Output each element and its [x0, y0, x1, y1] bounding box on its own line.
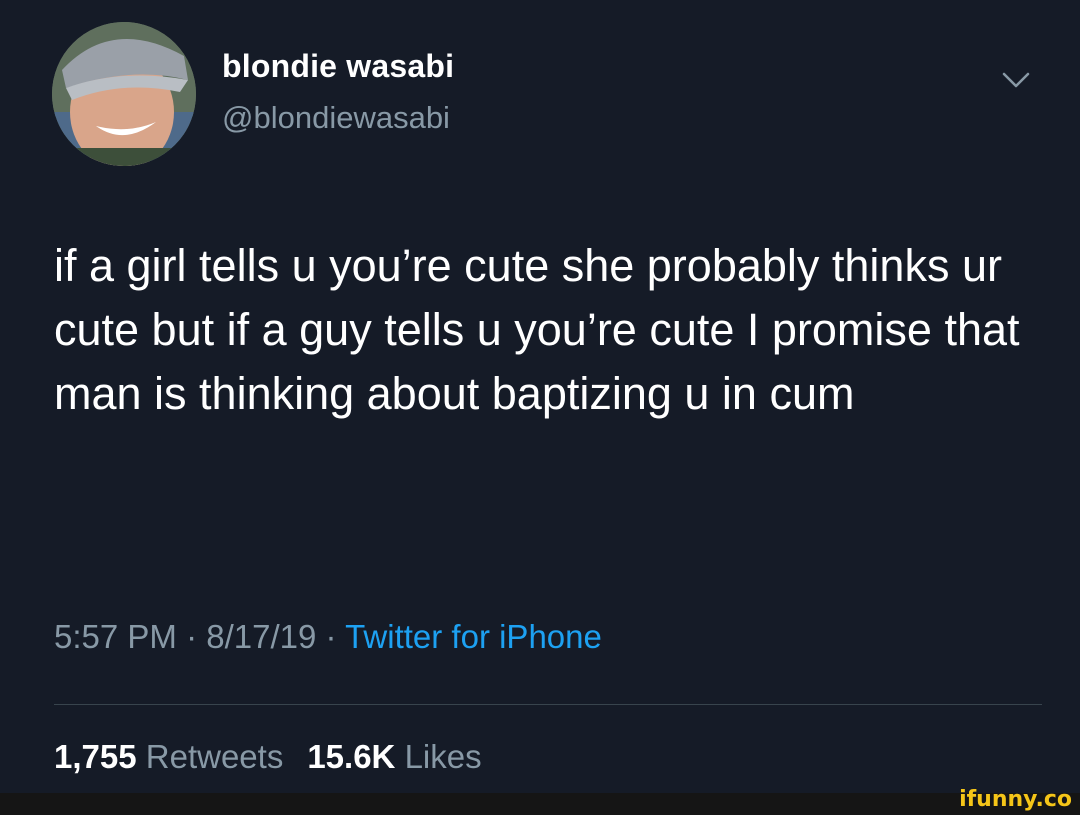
tweet-time[interactable]: 5:57 PM — [54, 618, 177, 655]
meta-separator: · — [316, 618, 346, 655]
likes-label: Likes — [404, 738, 482, 775]
footer-bar — [0, 793, 1080, 815]
likes-count: 15.6K — [307, 738, 396, 775]
watermark-logo: ifunny.co — [959, 787, 1072, 812]
retweets-count: 1,755 — [54, 738, 137, 775]
tweet-date[interactable]: 8/17/19 — [206, 618, 316, 655]
user-handle[interactable]: @blondiewasabi — [222, 100, 450, 136]
divider — [54, 704, 1042, 705]
avatar[interactable] — [52, 22, 196, 166]
avatar-photo — [52, 22, 196, 166]
display-name[interactable]: blondie wasabi — [222, 48, 454, 85]
tweet-card: blondie wasabi @blondiewasabi if a girl … — [0, 0, 1080, 793]
meta-separator: · — [176, 618, 207, 655]
likes-stat[interactable]: 15.6K Likes — [307, 738, 481, 775]
engagement-stats: 1,755 Retweets 15.6K Likes — [54, 738, 482, 776]
tweet-source-link[interactable]: Twitter for iPhone — [345, 618, 602, 655]
chevron-down-icon[interactable] — [998, 62, 1034, 98]
retweets-label: Retweets — [145, 738, 284, 775]
retweets-stat[interactable]: 1,755 Retweets — [54, 738, 283, 775]
tweet-text: if a girl tells u you’re cute she probab… — [54, 240, 1020, 419]
tweet-meta: 5:57 PM · 8/17/19 · Twitter for iPhone — [54, 618, 602, 656]
